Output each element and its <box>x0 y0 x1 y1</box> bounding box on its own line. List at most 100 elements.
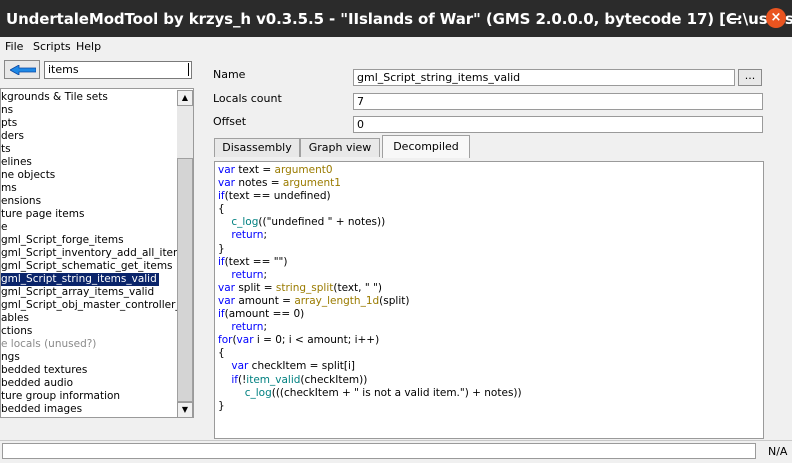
locals-count-field[interactable]: 7 <box>353 93 763 110</box>
tree-item[interactable]: ms <box>1 182 17 195</box>
code-line: if(amount == 0) <box>218 308 522 321</box>
tree-item[interactable]: kgrounds & Tile sets <box>1 91 108 104</box>
code-token: return <box>231 229 264 242</box>
scroll-up-icon[interactable]: ▲ <box>177 90 193 106</box>
scroll-thumb[interactable] <box>177 158 193 402</box>
tree-item[interactable]: bedded images <box>1 403 82 416</box>
tab-disassembly[interactable]: Disassembly <box>214 138 300 157</box>
tree-item[interactable]: gml_Script_string_items_valid <box>1 273 159 286</box>
code-token: checkItem = split[i] <box>251 360 355 373</box>
decompiled-code: var text = argument0 var notes = argument… <box>218 164 522 413</box>
tree-item[interactable]: gml_Script_inventory_add_all_item <box>1 247 183 260</box>
code-editor[interactable]: var text = argument0 var notes = argument… <box>214 161 764 439</box>
code-line: } <box>218 243 522 256</box>
code-token: var <box>218 281 239 294</box>
code-token: split = <box>238 281 276 294</box>
code-token: (text == undefined) <box>224 190 331 203</box>
code-token: i = 0; i < amount; i++) <box>256 334 380 347</box>
tree-item[interactable]: ngs <box>1 351 20 364</box>
code-line: if(!item_valid(checkItem)) <box>218 374 522 387</box>
back-button[interactable] <box>4 60 40 79</box>
code-token: text = <box>238 164 275 176</box>
tree-item[interactable]: bedded audio <box>1 377 73 390</box>
code-line: var split = string_split(text, " ") <box>218 282 522 295</box>
tree-item[interactable]: ensions <box>1 195 41 208</box>
search-input[interactable]: items <box>44 61 192 79</box>
menu-scripts[interactable]: Scripts <box>33 40 71 53</box>
locals-count-label: Locals count <box>213 92 282 105</box>
tree-item[interactable]: ts <box>1 143 11 156</box>
menu-help[interactable]: Help <box>76 40 101 53</box>
tree-item[interactable]: e <box>1 221 7 234</box>
code-token: var <box>218 164 239 176</box>
tree-item[interactable]: e locals (unused?) <box>1 338 96 351</box>
code-token: (((checkItem + " is not a valid item.") … <box>271 386 522 399</box>
tree-item[interactable]: ables <box>1 312 29 325</box>
tree-item[interactable]: gml_Script_array_items_valid <box>1 286 154 299</box>
tree-item[interactable]: ture group information <box>1 390 120 403</box>
code-token: ; <box>263 321 268 334</box>
code-token: var <box>218 177 239 190</box>
tree-item[interactable]: bedded textures <box>1 364 87 377</box>
code-token: ; <box>263 229 268 242</box>
code-token: c_log <box>244 386 272 399</box>
code-token: if <box>231 373 238 386</box>
code-line: return; <box>218 321 522 334</box>
code-token: string_split <box>275 281 334 294</box>
code-line: var notes = argument1 <box>218 177 522 190</box>
tree-item[interactable]: elines <box>1 156 32 169</box>
tab-graph-view[interactable]: Graph view <box>300 138 380 157</box>
sidebar: items kgrounds & Tile sets ns pts ders ts eli… <box>0 58 200 438</box>
code-token: (split) <box>379 294 410 307</box>
code-line: var checkItem = split[i] <box>218 360 522 373</box>
code-token: (text == "") <box>224 255 288 268</box>
code-token: argument0 <box>274 164 333 176</box>
code-token: var <box>231 360 252 373</box>
code-line: c_log(((checkItem + " is not a valid ite… <box>218 387 522 400</box>
menu-bar: File Scripts Help <box>0 37 792 56</box>
tab-decompiled[interactable]: Decompiled <box>382 135 470 158</box>
resource-tree[interactable]: kgrounds & Tile sets ns pts ders ts elines ne … <box>0 88 194 418</box>
code-line: { <box>218 203 522 216</box>
code-token: if <box>218 190 225 203</box>
code-line: c_log(("undefined " + notes)) <box>218 216 522 229</box>
code-token: argument1 <box>282 177 341 190</box>
offset-field[interactable]: 0 <box>353 116 763 133</box>
code-line: var amount = array_length_1d(split) <box>218 295 522 308</box>
tree-item[interactable]: gml_Script_obj_master_controller_ <box>1 299 181 312</box>
code-token: if <box>218 308 225 321</box>
close-icon[interactable]: × <box>766 8 786 28</box>
code-line: } <box>218 400 522 413</box>
code-token: notes = <box>238 177 283 190</box>
code-token: return <box>231 321 264 334</box>
tree-item[interactable]: ns <box>1 104 13 117</box>
tree-item[interactable]: gml_Script_forge_items <box>1 234 124 247</box>
code-token: amount = <box>238 294 295 307</box>
code-line: return; <box>218 269 522 282</box>
name-browse-button[interactable]: ... <box>738 69 762 86</box>
code-line: if(text == undefined) <box>218 190 522 203</box>
minimize-icon[interactable] <box>730 18 740 20</box>
script-details: Name gml_Script_string_items_valid ... L… <box>204 58 792 440</box>
tree-item[interactable]: ctions <box>1 325 32 338</box>
name-field[interactable]: gml_Script_string_items_valid <box>353 69 735 86</box>
tree-item[interactable]: ders <box>1 130 24 143</box>
code-token: (amount == 0) <box>224 308 305 321</box>
status-position: N/A <box>768 445 788 458</box>
tree-item[interactable]: pts <box>1 117 17 130</box>
code-line: return; <box>218 229 522 242</box>
tree-item[interactable]: ne objects <box>1 169 55 182</box>
tree-scrollbar[interactable]: ▲ ▼ <box>177 90 193 417</box>
tree-item[interactable]: gml_Script_schematic_get_items <box>1 260 173 273</box>
code-token: var <box>218 294 239 307</box>
status-field[interactable] <box>2 443 756 459</box>
scroll-down-icon[interactable]: ▼ <box>177 402 193 417</box>
code-token: (checkItem)) <box>300 373 368 386</box>
menu-file[interactable]: File <box>5 40 23 53</box>
code-token: item_valid <box>246 373 301 386</box>
code-token: if <box>218 255 225 268</box>
tree-item[interactable]: ture page items <box>1 208 84 221</box>
